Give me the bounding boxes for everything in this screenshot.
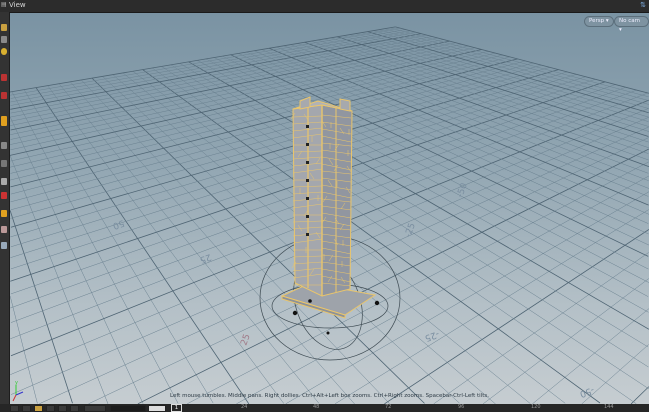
grid-line	[142, 69, 601, 404]
record-icon[interactable]	[1, 192, 7, 199]
grid-line	[10, 56, 511, 181]
grid-line	[384, 229, 649, 404]
timeline-button[interactable]	[70, 405, 79, 412]
pane-header: ▤ View ⇅	[0, 0, 649, 13]
window	[306, 179, 309, 182]
select-tool-icon[interactable]	[1, 24, 7, 31]
grid-line	[137, 148, 649, 404]
grid-line	[10, 34, 427, 114]
timeline-bar[interactable]: 1 24 48 72 96 120 144	[0, 404, 649, 412]
camera-menu-button[interactable]: Persp ▾	[584, 16, 614, 27]
window	[306, 161, 309, 164]
grid-line	[10, 155, 109, 404]
grid-line	[10, 67, 550, 219]
rotate-tool-icon[interactable]	[1, 48, 7, 55]
move-tool-icon[interactable]	[1, 36, 7, 43]
building-geometry	[280, 96, 377, 319]
grid-line	[433, 252, 649, 404]
handle-point	[308, 299, 312, 303]
paint-icon[interactable]	[1, 178, 7, 185]
frame-field[interactable]	[110, 405, 146, 412]
no-cam-menu-button[interactable]: No cam ▾	[614, 16, 649, 33]
grid-line	[152, 67, 637, 404]
snap-icon[interactable]	[1, 142, 7, 149]
grid-line	[10, 30, 411, 103]
window	[306, 125, 309, 128]
timeline-tick: 120	[531, 404, 541, 410]
timeline-button[interactable]	[84, 405, 106, 412]
grid-line	[10, 296, 38, 404]
window	[306, 215, 309, 218]
window	[306, 233, 309, 236]
grid-label: -25	[403, 222, 417, 239]
scene-canvas[interactable]: 50 25 25 -25 -25 -50 -50 y	[10, 13, 649, 404]
grid-line	[10, 36, 433, 118]
axis-y-label: y	[15, 380, 18, 386]
handle-point	[374, 300, 380, 306]
play-button[interactable]	[34, 405, 43, 412]
grid-label: -50	[455, 182, 470, 199]
pin-icon[interactable]	[1, 210, 7, 217]
pose-tool-icon[interactable]	[1, 92, 7, 99]
left-toolbar	[0, 12, 10, 404]
grid-line	[188, 61, 649, 330]
grid-line	[10, 116, 144, 404]
render-icon[interactable]	[1, 242, 7, 249]
roof-structure	[339, 98, 351, 112]
timeline-tick: 48	[313, 404, 320, 410]
view-tool-icon[interactable]	[1, 160, 7, 167]
grid-line	[102, 76, 460, 404]
window	[306, 143, 309, 146]
timeline-tick: 72	[385, 404, 392, 410]
current-frame-marker[interactable]: 1	[171, 404, 182, 412]
grid-line	[10, 71, 568, 238]
grid-line	[214, 57, 649, 283]
grid-line	[47, 85, 285, 404]
scene-viewport[interactable]: 50 25 25 -25 -25 -50 -50 y Persp ▾ No ca…	[10, 13, 649, 404]
lock-icon[interactable]	[1, 226, 7, 233]
grid-label: 25	[239, 333, 252, 347]
grid-line	[10, 39, 444, 126]
grid-line	[10, 45, 469, 145]
grid-line	[304, 41, 649, 167]
grid-line	[10, 33, 422, 110]
timeline-tick: 24	[241, 404, 248, 410]
grid-line	[10, 42, 456, 135]
timeline-tick: 144	[604, 404, 614, 410]
timeline-button[interactable]	[22, 405, 31, 412]
timeline-button[interactable]	[58, 405, 67, 412]
status-hint: Left mouse tumbles. Middle pans. Right d…	[169, 393, 489, 399]
timeline-button[interactable]	[46, 405, 55, 412]
active-tool-icon[interactable]	[1, 116, 7, 126]
grid-labels: 50 25 25 -25 -25 -50 -50	[111, 182, 595, 399]
handle-tool-icon[interactable]	[1, 74, 7, 81]
window	[306, 197, 309, 200]
timeline-button[interactable]	[10, 405, 19, 412]
grid-line	[10, 210, 73, 404]
handle-point	[326, 331, 330, 335]
grid-label: 25	[198, 251, 212, 264]
timeline-tick: 96	[458, 404, 465, 410]
grid-line	[10, 37, 438, 122]
grid-label: 50	[111, 217, 125, 230]
grid-line	[91, 77, 425, 404]
frame-step-field[interactable]	[148, 405, 166, 412]
pane-tab-title[interactable]: View	[9, 1, 26, 9]
handle-point	[292, 310, 298, 316]
grid-line	[10, 60, 526, 195]
pane-menu-icon[interactable]: ▤	[1, 1, 7, 9]
link-icon[interactable]: ⇅	[640, 1, 646, 9]
